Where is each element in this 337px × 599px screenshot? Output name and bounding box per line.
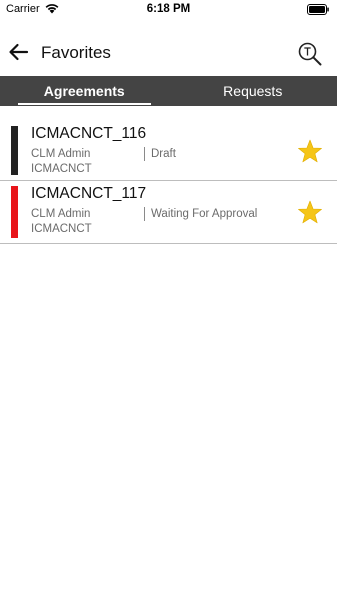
agreement-title: ICMACNCT_117 [31,185,147,202]
clock-time: 6:18 PM [146,3,191,15]
search-icon [298,42,322,66]
star-icon[interactable] [297,200,323,225]
status-bar: Carrier 6:18 PM [0,0,337,20]
back-button[interactable] [6,40,32,64]
agreement-status: Waiting For Approval [151,208,258,220]
search-button[interactable] [297,41,323,67]
tab-bar: Agreements Requests [0,76,337,106]
agreement-status: Draft [151,148,176,160]
agreement-title: ICMACNCT_116 [31,125,147,142]
tab-requests[interactable]: Requests [169,76,337,106]
list-item[interactable]: ICMACNCT_117 CLM Admin Waiting For Appro… [0,181,337,244]
page-title: Favorites [41,43,111,62]
agreement-owner: CLM Admin [31,208,91,220]
battery-icon [307,4,329,15]
agreement-org: ICMACNCT [31,223,92,235]
agreement-owner: CLM Admin [31,148,91,160]
list-item[interactable]: ICMACNCT_116 CLM Admin Draft ICMACNCT [0,118,337,181]
navigation-bar: Favorites [0,28,337,76]
arrow-left-icon [9,43,29,61]
divider [144,207,145,221]
favorites-list: ICMACNCT_116 CLM Admin Draft ICMACNCT IC… [0,118,337,244]
tab-agreements[interactable]: Agreements [0,76,169,106]
agreement-org: ICMACNCT [31,163,92,175]
status-color-bar [11,126,18,175]
star-icon[interactable] [297,139,323,164]
divider [144,147,145,161]
status-color-bar [11,186,18,238]
